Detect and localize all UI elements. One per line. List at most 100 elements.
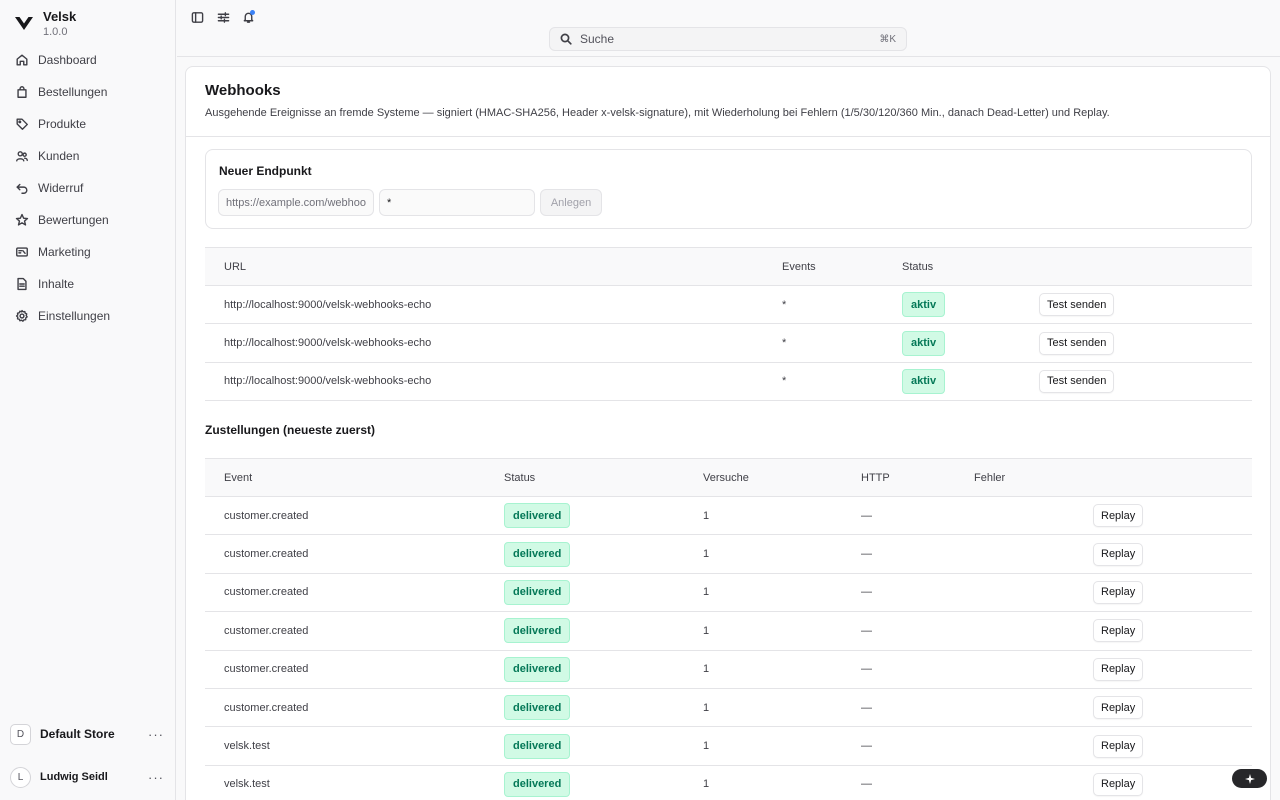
search-icon	[560, 33, 572, 45]
search-bar[interactable]: Suche ⌘K	[549, 27, 907, 51]
more-icon[interactable]: ···	[146, 770, 166, 785]
user-name: Ludwig Seidl	[40, 771, 108, 783]
sidebar-item-produkte[interactable]: Produkte	[8, 108, 168, 140]
sidebar-item-marketing[interactable]: Marketing	[8, 236, 168, 268]
sparkle-icon	[1244, 773, 1255, 784]
sidebar-toggle-icon[interactable]	[189, 9, 205, 25]
store-avatar: D	[10, 723, 31, 745]
table-header: URL Events Status	[205, 247, 1252, 286]
table-row: customer.created delivered 1 — Replay	[205, 612, 1252, 651]
user-menu[interactable]: L Ludwig Seidl ···	[10, 761, 166, 793]
sidebar-item-dashboard[interactable]: Dashboard	[8, 44, 168, 76]
status-badge: aktiv	[902, 330, 946, 356]
table-row: customer.created delivered 1 — Replay	[205, 535, 1252, 574]
table-header: Event Status Versuche HTTP Fehler	[205, 458, 1252, 497]
send-test-button[interactable]: Test senden	[1039, 369, 1115, 393]
endpoint-url-input[interactable]	[218, 189, 374, 216]
sidebar-item-label: Kunden	[38, 149, 80, 163]
delivery-attempts: 1	[703, 701, 710, 714]
status-badge: aktiv	[902, 292, 946, 318]
delivery-http: —	[861, 701, 872, 714]
delivery-attempts: 1	[703, 509, 710, 522]
status-badge: delivered	[504, 579, 571, 605]
status-badge: delivered	[504, 541, 571, 567]
mail-icon	[16, 247, 28, 257]
replay-button[interactable]: Replay	[1093, 580, 1144, 604]
shopping-bag-icon	[17, 86, 27, 98]
sidebar-item-kunden[interactable]: Kunden	[8, 140, 168, 172]
replay-button[interactable]: Replay	[1093, 734, 1144, 758]
sidebar-item-inhalte[interactable]: Inhalte	[8, 268, 168, 300]
replay-button[interactable]: Replay	[1093, 619, 1144, 643]
delivery-http: —	[861, 663, 872, 676]
store-switcher[interactable]: D Default Store ···	[10, 718, 166, 750]
delivery-http: —	[861, 740, 872, 753]
status-badge: delivered	[504, 771, 571, 797]
sidebar-item-label: Marketing	[38, 245, 91, 259]
endpoint-url: http://localhost:9000/velsk-webhooks-ech…	[224, 298, 432, 311]
assistant-button[interactable]	[1232, 769, 1267, 788]
status-badge: delivered	[504, 695, 571, 721]
users-icon	[16, 151, 28, 162]
tag-icon	[16, 118, 28, 130]
replay-button[interactable]: Replay	[1093, 772, 1144, 796]
delivery-event: customer.created	[224, 509, 309, 522]
more-icon[interactable]: ···	[146, 727, 166, 742]
sidebar-item-label: Bestellungen	[38, 85, 108, 99]
sidebar-item-label: Inhalte	[38, 277, 75, 291]
sidebar-item-widerruf[interactable]: Widerruf	[8, 172, 168, 204]
sidebar-item-bestellungen[interactable]: Bestellungen	[8, 76, 168, 108]
replay-button[interactable]: Replay	[1093, 542, 1144, 566]
send-test-button[interactable]: Test senden	[1039, 331, 1115, 355]
delivery-event: velsk.test	[224, 778, 270, 791]
sliders-icon[interactable]	[215, 9, 231, 25]
column-header-error: Fehler	[974, 471, 1006, 484]
delivery-event: customer.created	[224, 701, 309, 714]
endpoint-events: *	[782, 375, 787, 388]
column-header-status: Status	[504, 471, 536, 484]
new-endpoint-title: Neuer Endpunkt	[219, 164, 312, 178]
column-header-event: Event	[224, 471, 253, 484]
endpoints-table: URL Events Status http://localhost:9000/…	[205, 247, 1252, 402]
delivery-event: customer.created	[224, 586, 309, 599]
topbar: Suche ⌘K	[177, 0, 1280, 57]
column-header-events: Events	[782, 260, 816, 273]
sidebar-item-einstellungen[interactable]: Einstellungen	[8, 300, 168, 332]
endpoint-events-input[interactable]	[379, 189, 535, 216]
home-icon	[16, 54, 28, 66]
sidebar: Velsk 1.0.0 Dashboard Bestellungen Produ…	[0, 0, 176, 800]
table-row: velsk.test delivered 1 — Replay	[205, 727, 1252, 766]
replay-button[interactable]: Replay	[1093, 504, 1144, 528]
sidebar-item-bewertungen[interactable]: Bewertungen	[8, 204, 168, 236]
replay-button[interactable]: Replay	[1093, 657, 1144, 681]
sidebar-item-label: Widerruf	[38, 181, 84, 195]
status-badge: aktiv	[902, 368, 946, 394]
table-row: customer.created delivered 1 — Replay	[205, 650, 1252, 689]
sidebar-item-label: Produkte	[38, 117, 87, 131]
table-row: http://localhost:9000/velsk-webhooks-ech…	[205, 362, 1252, 402]
bell-icon[interactable]	[240, 9, 256, 25]
delivery-http: —	[861, 624, 872, 637]
page-description: Ausgehende Ereignisse an fremde Systeme …	[205, 107, 1110, 119]
star-icon	[15, 213, 29, 226]
page-title: Webhooks	[205, 82, 281, 99]
delivery-event: customer.created	[224, 624, 309, 637]
endpoint-events: *	[782, 337, 787, 350]
delivery-attempts: 1	[703, 740, 710, 753]
create-endpoint-button[interactable]: Anlegen	[540, 189, 602, 216]
brand[interactable]: Velsk 1.0.0	[14, 9, 76, 39]
status-badge: delivered	[504, 503, 571, 529]
endpoint-url: http://localhost:9000/velsk-webhooks-ech…	[224, 337, 432, 350]
send-test-button[interactable]: Test senden	[1039, 293, 1115, 317]
replay-button[interactable]: Replay	[1093, 696, 1144, 720]
column-header-url: URL	[224, 260, 247, 273]
webhooks-card: Webhooks Ausgehende Ereignisse an fremde…	[185, 66, 1271, 800]
delivery-event: velsk.test	[224, 740, 270, 753]
velsk-logo-icon	[15, 17, 33, 30]
table-row: velsk.test delivered 1 — Replay	[205, 765, 1252, 800]
column-header-attempts: Versuche	[703, 471, 749, 484]
file-icon	[17, 277, 27, 291]
status-badge: delivered	[504, 733, 571, 759]
delivery-attempts: 1	[703, 663, 710, 676]
deliveries-table: Event Status Versuche HTTP Fehler custom…	[205, 458, 1252, 800]
